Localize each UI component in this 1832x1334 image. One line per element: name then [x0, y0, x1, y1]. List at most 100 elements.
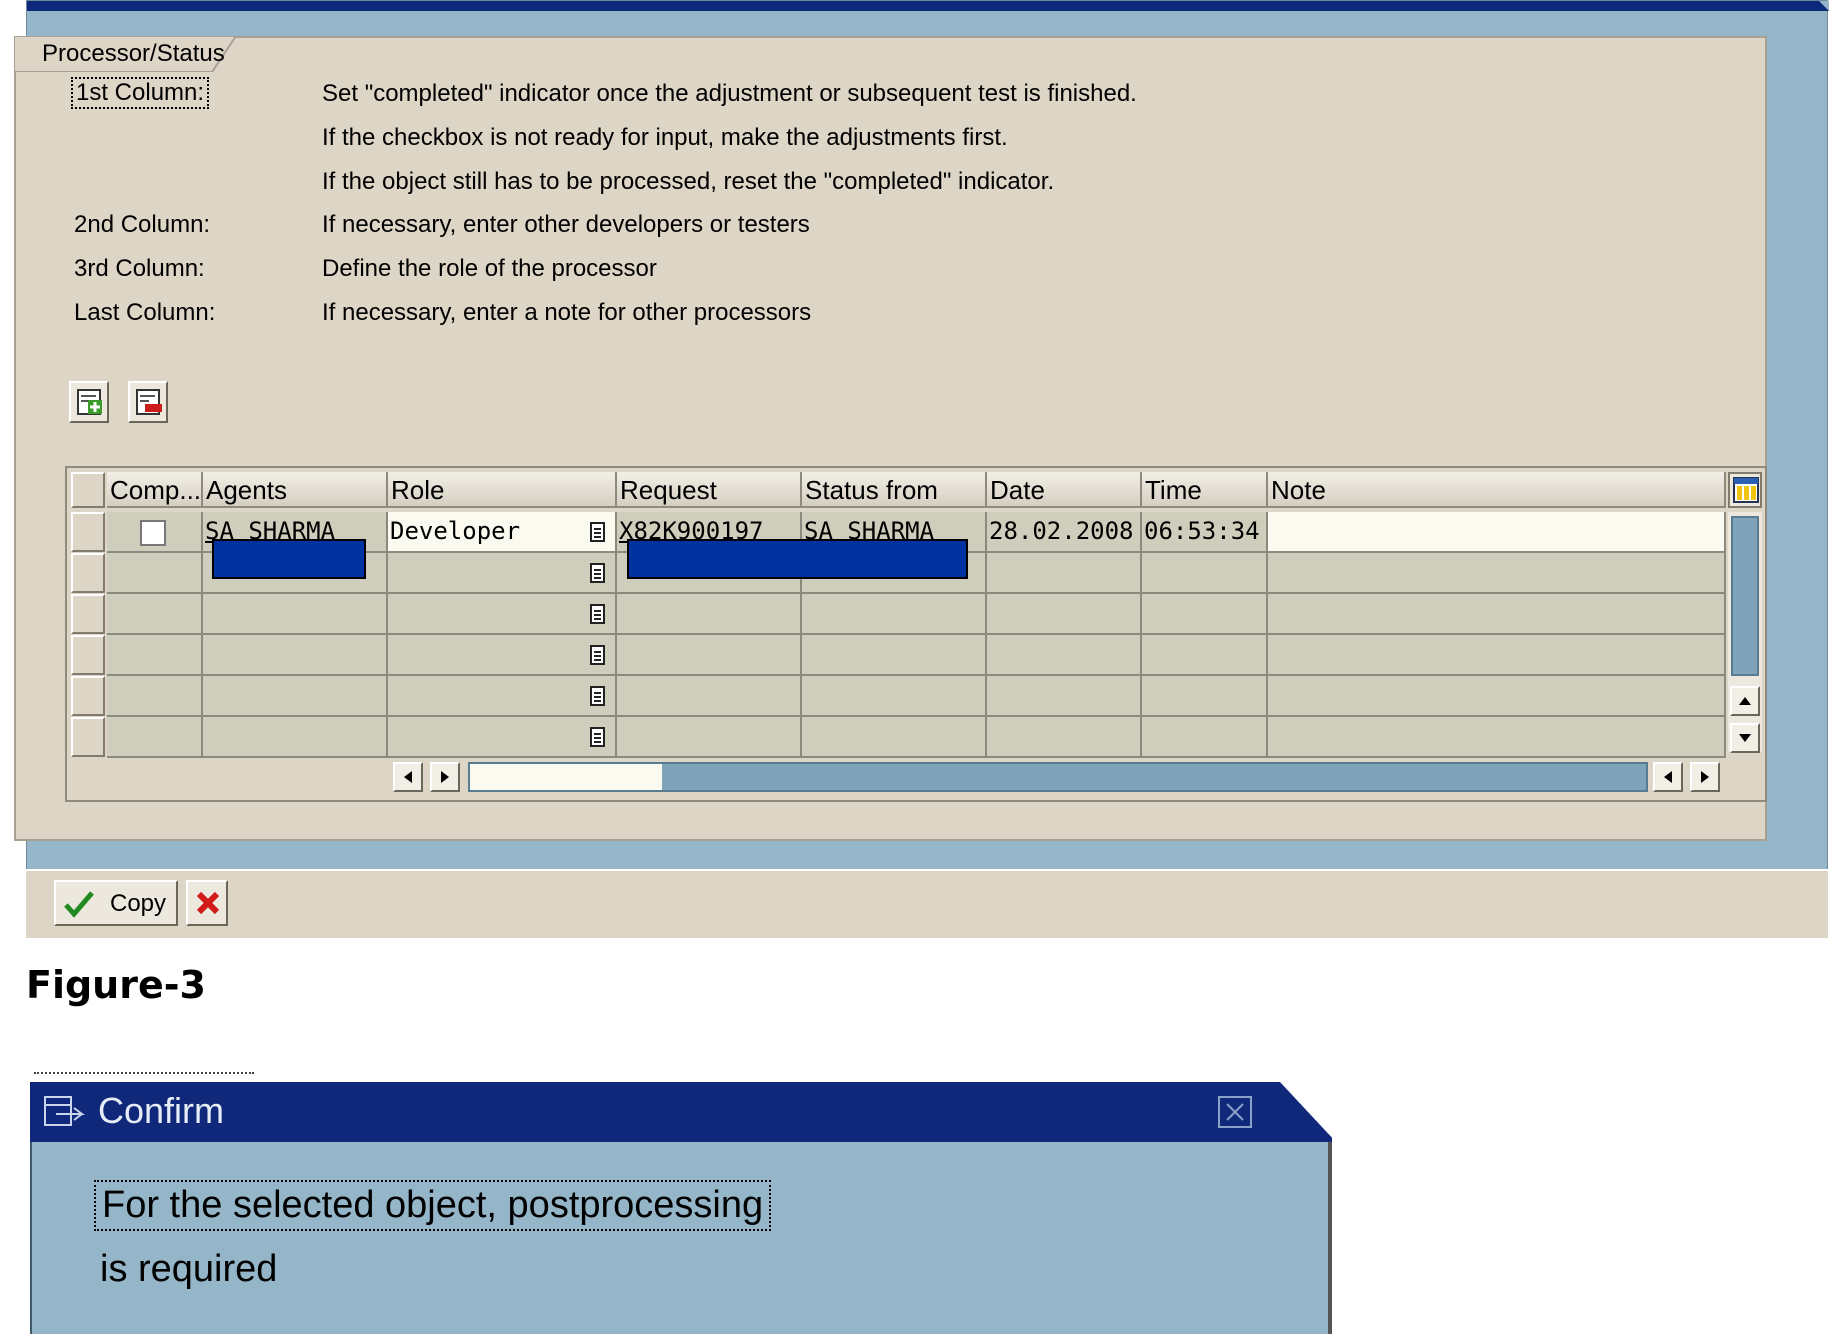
copy-button-label: Copy	[110, 890, 167, 917]
table-cell-time	[1142, 553, 1268, 594]
table-cell-completed	[107, 676, 203, 717]
row-selector[interactable]	[71, 717, 105, 757]
table-cell-agent[interactable]	[203, 594, 388, 635]
scroll-left-button[interactable]	[1653, 762, 1683, 792]
table-cell-date	[987, 553, 1142, 594]
table-cell-note[interactable]	[1268, 717, 1726, 758]
scroll-right-button[interactable]	[1690, 762, 1720, 792]
table-cell-role[interactable]	[388, 553, 617, 594]
horizontal-scrollbar-thumb[interactable]	[470, 764, 662, 790]
dialog-title-bar	[27, 1, 1829, 11]
cell-text-date: 28.02.2008	[989, 517, 1134, 545]
confirm-message-line-1: For the selected object, postprocessing	[94, 1180, 772, 1231]
scroll-up-button[interactable]	[1730, 686, 1760, 716]
value-help-icon[interactable]	[589, 562, 607, 584]
redacted-block	[212, 539, 366, 579]
table-cell-time	[1142, 717, 1268, 758]
column-header-status-from[interactable]: Status from	[802, 472, 987, 508]
vertical-scrollbar-thumb[interactable]	[1731, 516, 1759, 676]
help-text-2: If the checkbox is not ready for input, …	[322, 124, 1008, 151]
table-cell-request	[617, 717, 802, 758]
table-cell-note[interactable]	[1268, 676, 1726, 717]
row-selector[interactable]	[71, 553, 105, 593]
table-cell-request	[617, 676, 802, 717]
table-cell-status-from	[802, 594, 987, 635]
table-cell-agent[interactable]	[203, 635, 388, 676]
column-header-request[interactable]: Request	[617, 472, 802, 508]
scroll-right-button-fixed[interactable]	[430, 762, 460, 792]
column-header-completed[interactable]: Comp...	[107, 472, 203, 508]
scroll-down-button[interactable]	[1730, 723, 1760, 753]
table-cell-agent[interactable]	[203, 676, 388, 717]
arrow-down-icon	[1739, 734, 1751, 742]
row-selector[interactable]	[71, 635, 105, 675]
confirm-dialog-title: Confirm	[98, 1090, 225, 1131]
arrow-right-icon	[1701, 771, 1709, 783]
vertical-scrollbar-track[interactable]	[1728, 512, 1762, 752]
value-help-icon[interactable]	[589, 726, 607, 748]
help-text-4: If necessary, enter other developers or …	[322, 211, 810, 238]
value-help-icon[interactable]	[589, 603, 607, 625]
arrow-right-icon	[441, 771, 449, 783]
cell-text-time: 06:53:34	[1144, 517, 1260, 545]
table-cell-role[interactable]: Developer	[388, 512, 617, 553]
arrow-left-icon	[1664, 771, 1672, 783]
table-cell-role[interactable]	[388, 594, 617, 635]
table-cell-date	[987, 635, 1142, 676]
checkmark-icon	[64, 891, 94, 918]
delete-row-button[interactable]	[128, 381, 168, 423]
horizontal-scrollbar-track[interactable]	[468, 762, 1648, 792]
table-cell-note[interactable]	[1268, 512, 1726, 553]
column-header-time[interactable]: Time	[1142, 472, 1268, 508]
redacted-block	[627, 539, 968, 579]
help-text-3: If the object still has to be processed,…	[322, 168, 1055, 195]
insert-row-icon	[77, 389, 102, 415]
cell-text-role: Developer	[390, 517, 521, 545]
table-cell-date	[987, 717, 1142, 758]
title-bar-slant	[1280, 1082, 1336, 1142]
column-header-date[interactable]: Date	[987, 472, 1142, 508]
row-selector[interactable]	[71, 594, 105, 634]
column-header-note[interactable]: Note	[1268, 472, 1726, 508]
table-settings-icon	[1733, 477, 1759, 503]
arrow-left-icon	[404, 771, 412, 783]
arrow-up-icon	[1739, 697, 1751, 705]
row-selector[interactable]	[71, 676, 105, 716]
figure-caption: Figure-3	[26, 963, 206, 1007]
cancel-button[interactable]	[186, 880, 228, 926]
insert-row-button[interactable]	[69, 381, 109, 423]
dialog-window-icon	[44, 1096, 85, 1126]
table-cell-note[interactable]	[1268, 635, 1726, 676]
table-cell-time	[1142, 635, 1268, 676]
cancel-x-icon	[196, 891, 220, 915]
select-all-cell[interactable]	[71, 472, 105, 508]
value-help-icon[interactable]	[589, 644, 607, 666]
help-label-3rd-column: 3rd Column:	[74, 255, 205, 282]
table-cell-date: 28.02.2008	[987, 512, 1142, 553]
table-cell-date	[987, 594, 1142, 635]
table-cell-role[interactable]	[388, 635, 617, 676]
table-cell-note[interactable]	[1268, 553, 1726, 594]
close-button[interactable]	[1218, 1096, 1252, 1128]
table-cell-role[interactable]	[388, 717, 617, 758]
help-text-1: Set "completed" indicator once the adjus…	[322, 80, 1137, 107]
table-cell-status-from	[802, 635, 987, 676]
table-cell-note[interactable]	[1268, 594, 1726, 635]
column-settings-button[interactable]	[1728, 472, 1762, 508]
table-cell-role[interactable]	[388, 676, 617, 717]
dialog-edge-artifact	[34, 1072, 254, 1082]
table-cell-agent[interactable]	[203, 717, 388, 758]
confirm-title-bar	[30, 1082, 1332, 1142]
table-cell-time	[1142, 594, 1268, 635]
table-cell-completed	[107, 635, 203, 676]
value-help-icon[interactable]	[589, 521, 607, 543]
completed-checkbox[interactable]	[140, 520, 166, 546]
scroll-left-button-fixed[interactable]	[393, 762, 423, 792]
column-header-role[interactable]: Role	[388, 472, 617, 508]
help-label-2nd-column: 2nd Column:	[74, 211, 211, 238]
column-header-agents[interactable]: Agents	[203, 472, 388, 508]
copy-button[interactable]: Copy	[54, 880, 178, 926]
value-help-icon[interactable]	[589, 685, 607, 707]
help-text-6: If necessary, enter a note for other pro…	[322, 299, 812, 326]
row-selector[interactable]	[71, 512, 105, 552]
